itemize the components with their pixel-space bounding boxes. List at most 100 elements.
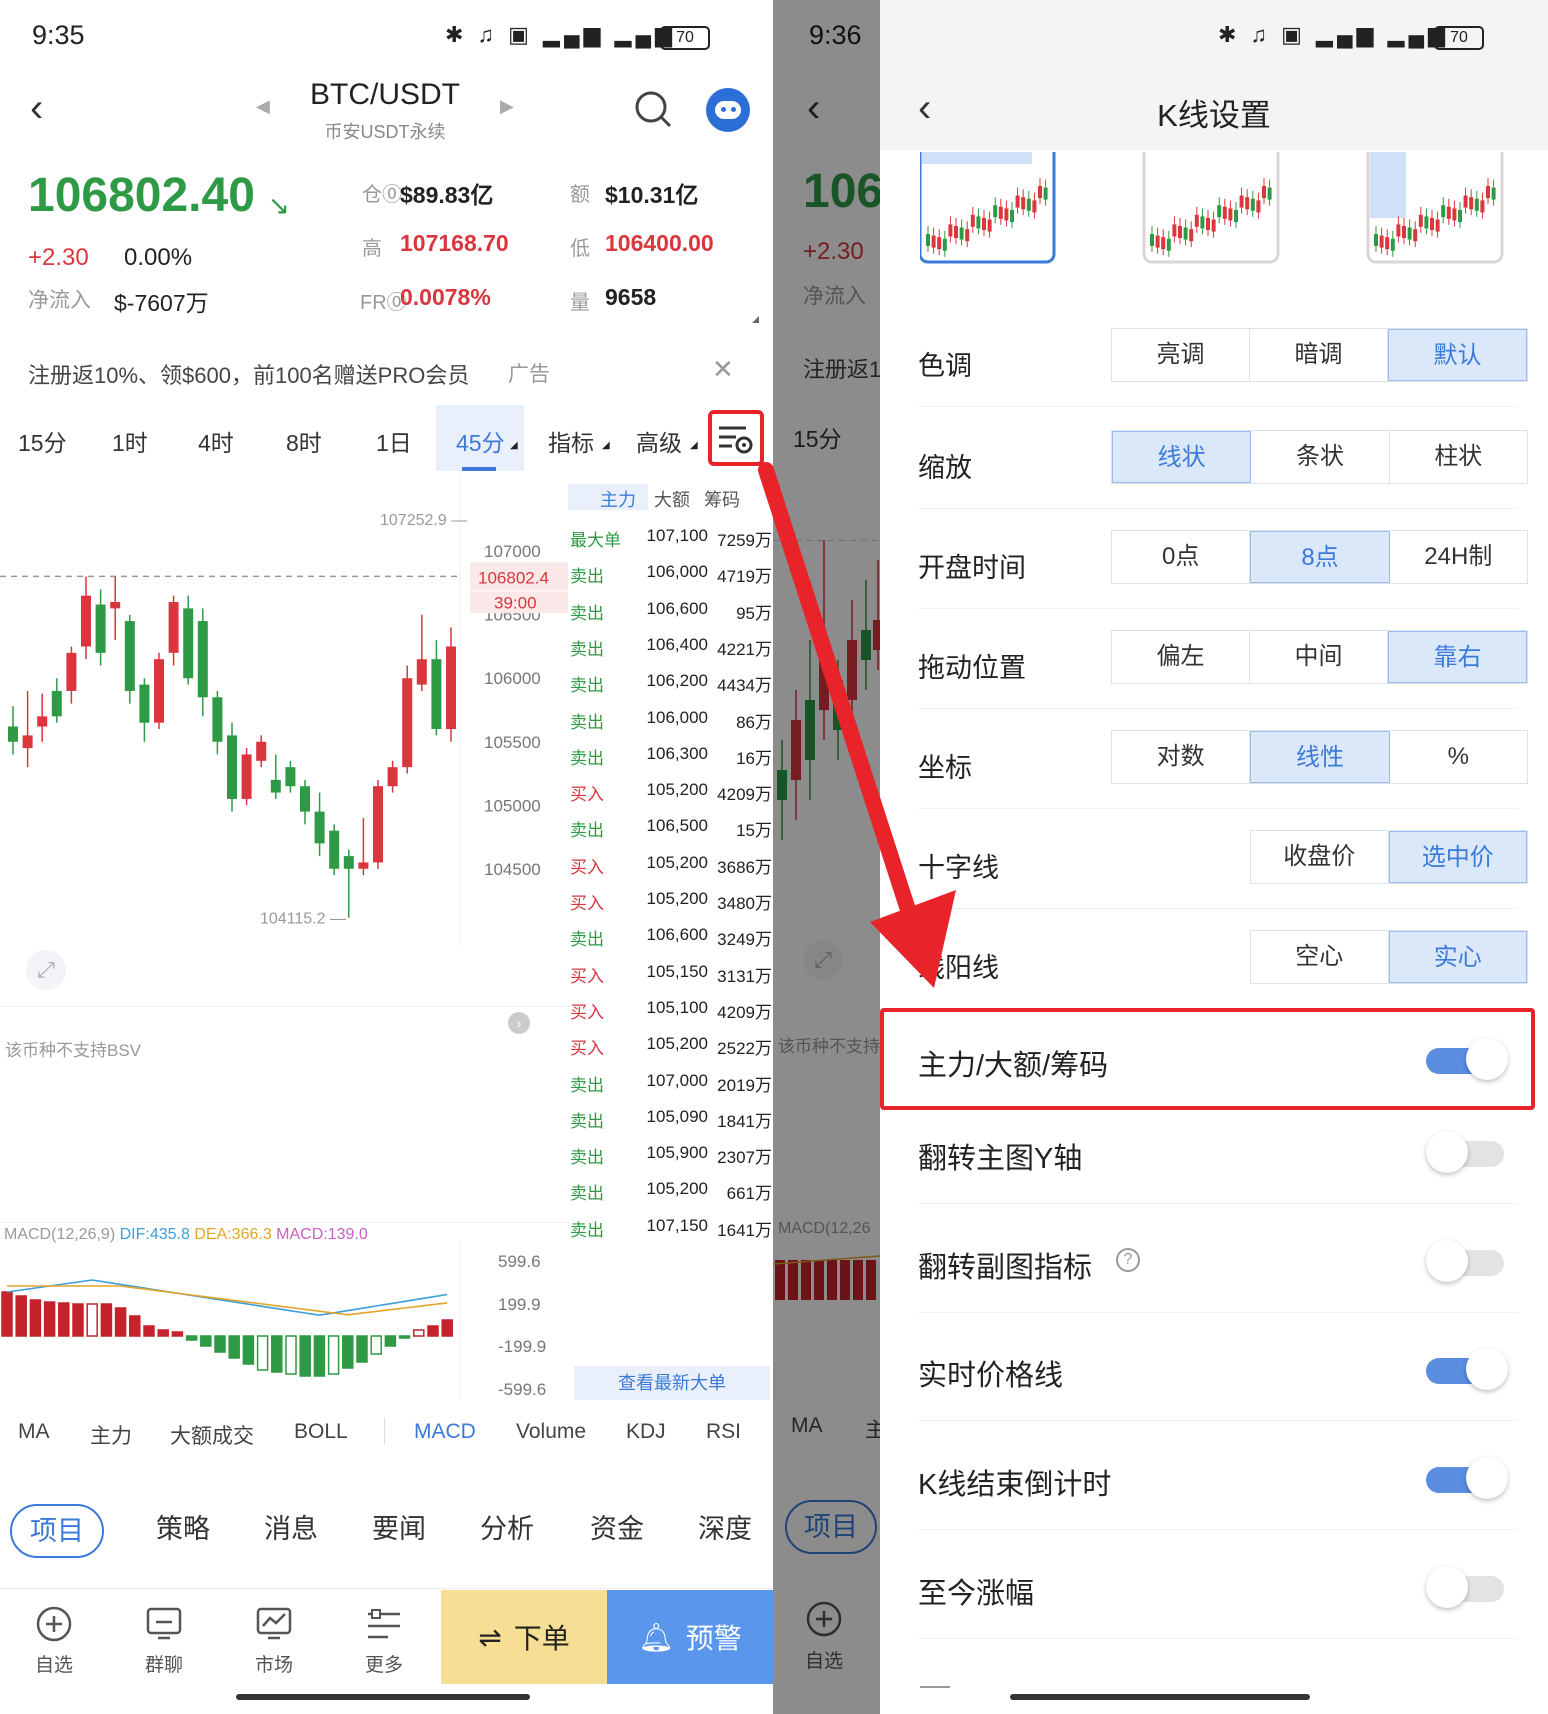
- orderbook-row[interactable]: 买入 105,150 3131万: [570, 954, 772, 990]
- segment-option[interactable]: 0点: [1112, 531, 1251, 583]
- orderbook-row[interactable]: 卖出 105,200 661万: [570, 1171, 772, 1207]
- orderbook-row[interactable]: 买入 105,200 4209万: [570, 772, 772, 808]
- modal-overlay[interactable]: [773, 0, 880, 1714]
- fullscreen-icon[interactable]: ⤢: [26, 950, 66, 990]
- segment-option[interactable]: %: [1390, 731, 1527, 783]
- orderbook-row[interactable]: 卖出 106,300 16万: [570, 736, 772, 772]
- indicator-3[interactable]: BOLL: [294, 1420, 348, 1444]
- segment-option[interactable]: 条状: [1251, 431, 1390, 483]
- orderbook-row[interactable]: 卖出 106,600 3249万: [570, 917, 772, 953]
- timeframe-6[interactable]: 指标: [548, 424, 594, 458]
- indicator-0[interactable]: MA: [18, 1420, 50, 1444]
- ad-banner-text[interactable]: 注册返10%、领$600，前100名赠送PRO会员: [28, 358, 469, 390]
- segment-option[interactable]: 中间: [1250, 631, 1388, 683]
- orderbook-tab-2[interactable]: 筹码: [704, 486, 740, 512]
- segment-option[interactable]: 8点: [1250, 531, 1390, 583]
- style-previews[interactable]: [920, 152, 1520, 272]
- toggle-switch-1[interactable]: [1426, 1131, 1508, 1173]
- timeframe-1[interactable]: 1时: [112, 424, 148, 458]
- toggle-switch-4[interactable]: [1426, 1457, 1508, 1499]
- indicator-1[interactable]: 主力: [90, 1420, 132, 1450]
- orderbook-row[interactable]: 卖出 105,090 1841万: [570, 1099, 772, 1135]
- segment-option[interactable]: 选中价: [1388, 831, 1527, 883]
- candle-body: [212, 697, 223, 742]
- content-tab-4[interactable]: 分析: [460, 1504, 554, 1558]
- toggle-switch-2[interactable]: [1426, 1240, 1508, 1282]
- segment-option[interactable]: 空心: [1251, 931, 1389, 983]
- orderbook-row[interactable]: 买入 105,100 4209万: [570, 990, 772, 1026]
- indicator-6[interactable]: KDJ: [626, 1420, 666, 1444]
- watchlist-icon[interactable]: [34, 1604, 74, 1644]
- timeframe-0[interactable]: 15分: [18, 424, 67, 458]
- indicator-5[interactable]: Volume: [516, 1420, 586, 1444]
- toggle-switch-0[interactable]: [1426, 1038, 1508, 1080]
- segment-option[interactable]: 对数: [1112, 731, 1251, 783]
- view-latest-large-orders-button[interactable]: 查看最新大单: [574, 1366, 770, 1400]
- segment-option[interactable]: 线状: [1112, 431, 1252, 483]
- orderbook-row[interactable]: 买入 105,200 2522万: [570, 1026, 772, 1062]
- indicator-4[interactable]: MACD: [414, 1420, 476, 1444]
- segment-option[interactable]: 偏左: [1112, 631, 1250, 683]
- pair-title[interactable]: BTC/USDT: [290, 78, 480, 112]
- segment-option[interactable]: 24H制: [1390, 531, 1527, 583]
- market-icon[interactable]: [254, 1604, 294, 1644]
- orderbook-row[interactable]: 卖出 106,000 4719万: [570, 554, 772, 590]
- chat-icon[interactable]: [144, 1604, 184, 1644]
- segment-option[interactable]: 线性: [1250, 731, 1390, 783]
- segment-option[interactable]: 亮调: [1112, 329, 1250, 381]
- segment-option[interactable]: 默认: [1388, 329, 1527, 381]
- orderbook-row[interactable]: 买入 105,200 3480万: [570, 881, 772, 917]
- help-icon[interactable]: ?: [1116, 1248, 1140, 1272]
- more-icon[interactable]: [364, 1604, 404, 1644]
- segment-option[interactable]: 靠右: [1388, 631, 1527, 683]
- segment-option[interactable]: 柱状: [1390, 431, 1527, 483]
- orderbook-row[interactable]: 卖出 106,400 4221万: [570, 627, 772, 663]
- nav-label-0[interactable]: 自选: [14, 1650, 94, 1677]
- orderbook-row[interactable]: 卖出 106,500 15万: [570, 808, 772, 844]
- expand-corner-icon[interactable]: [752, 316, 759, 323]
- timeframe-3[interactable]: 8时: [286, 424, 322, 458]
- orderbook-row[interactable]: 买入 105,200 3686万: [570, 845, 772, 881]
- orderbook-tab-1[interactable]: 大额: [654, 486, 690, 512]
- indicator-7[interactable]: RSI: [706, 1420, 741, 1444]
- content-tab-3[interactable]: 要闻: [352, 1504, 446, 1558]
- candlestick-chart[interactable]: 1070001065001060001055001050001045001068…: [0, 475, 570, 945]
- content-tab-6[interactable]: 深度: [678, 1504, 772, 1558]
- orderbook-tab-0[interactable]: 主力: [600, 486, 636, 512]
- orderbook-row[interactable]: 卖出 106,200 4434万: [570, 663, 772, 699]
- orderbook-row[interactable]: 最大单 107,100 7259万: [570, 518, 772, 554]
- timeframe-5[interactable]: 45分: [456, 424, 505, 458]
- order-amount: 4719万: [717, 567, 772, 587]
- next-pair-icon[interactable]: ▶: [500, 96, 514, 117]
- segment-option[interactable]: 实心: [1388, 931, 1527, 983]
- toggle-switch-3[interactable]: [1426, 1348, 1508, 1390]
- orderbook-row[interactable]: 卖出 107,150 1641万: [570, 1208, 772, 1244]
- content-tab-2[interactable]: 消息: [244, 1504, 338, 1558]
- content-tab-0[interactable]: 项目: [10, 1504, 104, 1558]
- toggle-switch-5[interactable]: [1426, 1566, 1508, 1608]
- timeframe-2[interactable]: 4时: [198, 424, 234, 458]
- place-order-button[interactable]: ⇌ 下单: [441, 1590, 607, 1684]
- orderbook-row[interactable]: 卖出 106,000 86万: [570, 700, 772, 736]
- price-alert-button[interactable]: 🔔︎ 预警: [607, 1590, 773, 1684]
- content-tab-1[interactable]: 策略: [136, 1504, 230, 1558]
- nav-label-2[interactable]: 市场: [234, 1650, 314, 1677]
- close-icon[interactable]: ✕: [712, 354, 734, 385]
- nav-label-3[interactable]: 更多: [344, 1650, 424, 1677]
- content-tab-5[interactable]: 资金: [570, 1504, 664, 1558]
- assistant-avatar-icon[interactable]: [706, 88, 750, 132]
- timeframe-7[interactable]: 高级: [636, 424, 682, 458]
- drag-handle-icon[interactable]: ›: [508, 1012, 530, 1034]
- back-icon[interactable]: ‹: [30, 86, 43, 131]
- orderbook-row[interactable]: 卖出 107,000 2019万: [570, 1063, 772, 1099]
- indicator-2[interactable]: 大额成交: [170, 1420, 254, 1450]
- nav-label-1[interactable]: 群聊: [124, 1650, 204, 1677]
- chart-settings-icon[interactable]: [716, 420, 756, 456]
- segment-option[interactable]: 收盘价: [1251, 831, 1389, 883]
- prev-pair-icon[interactable]: ◀: [256, 96, 270, 117]
- search-icon[interactable]: [634, 90, 674, 130]
- segment-option[interactable]: 暗调: [1250, 329, 1388, 381]
- orderbook-row[interactable]: 卖出 105,900 2307万: [570, 1135, 772, 1171]
- timeframe-4[interactable]: 1日: [376, 424, 412, 458]
- orderbook-row[interactable]: 卖出 106,600 95万: [570, 591, 772, 627]
